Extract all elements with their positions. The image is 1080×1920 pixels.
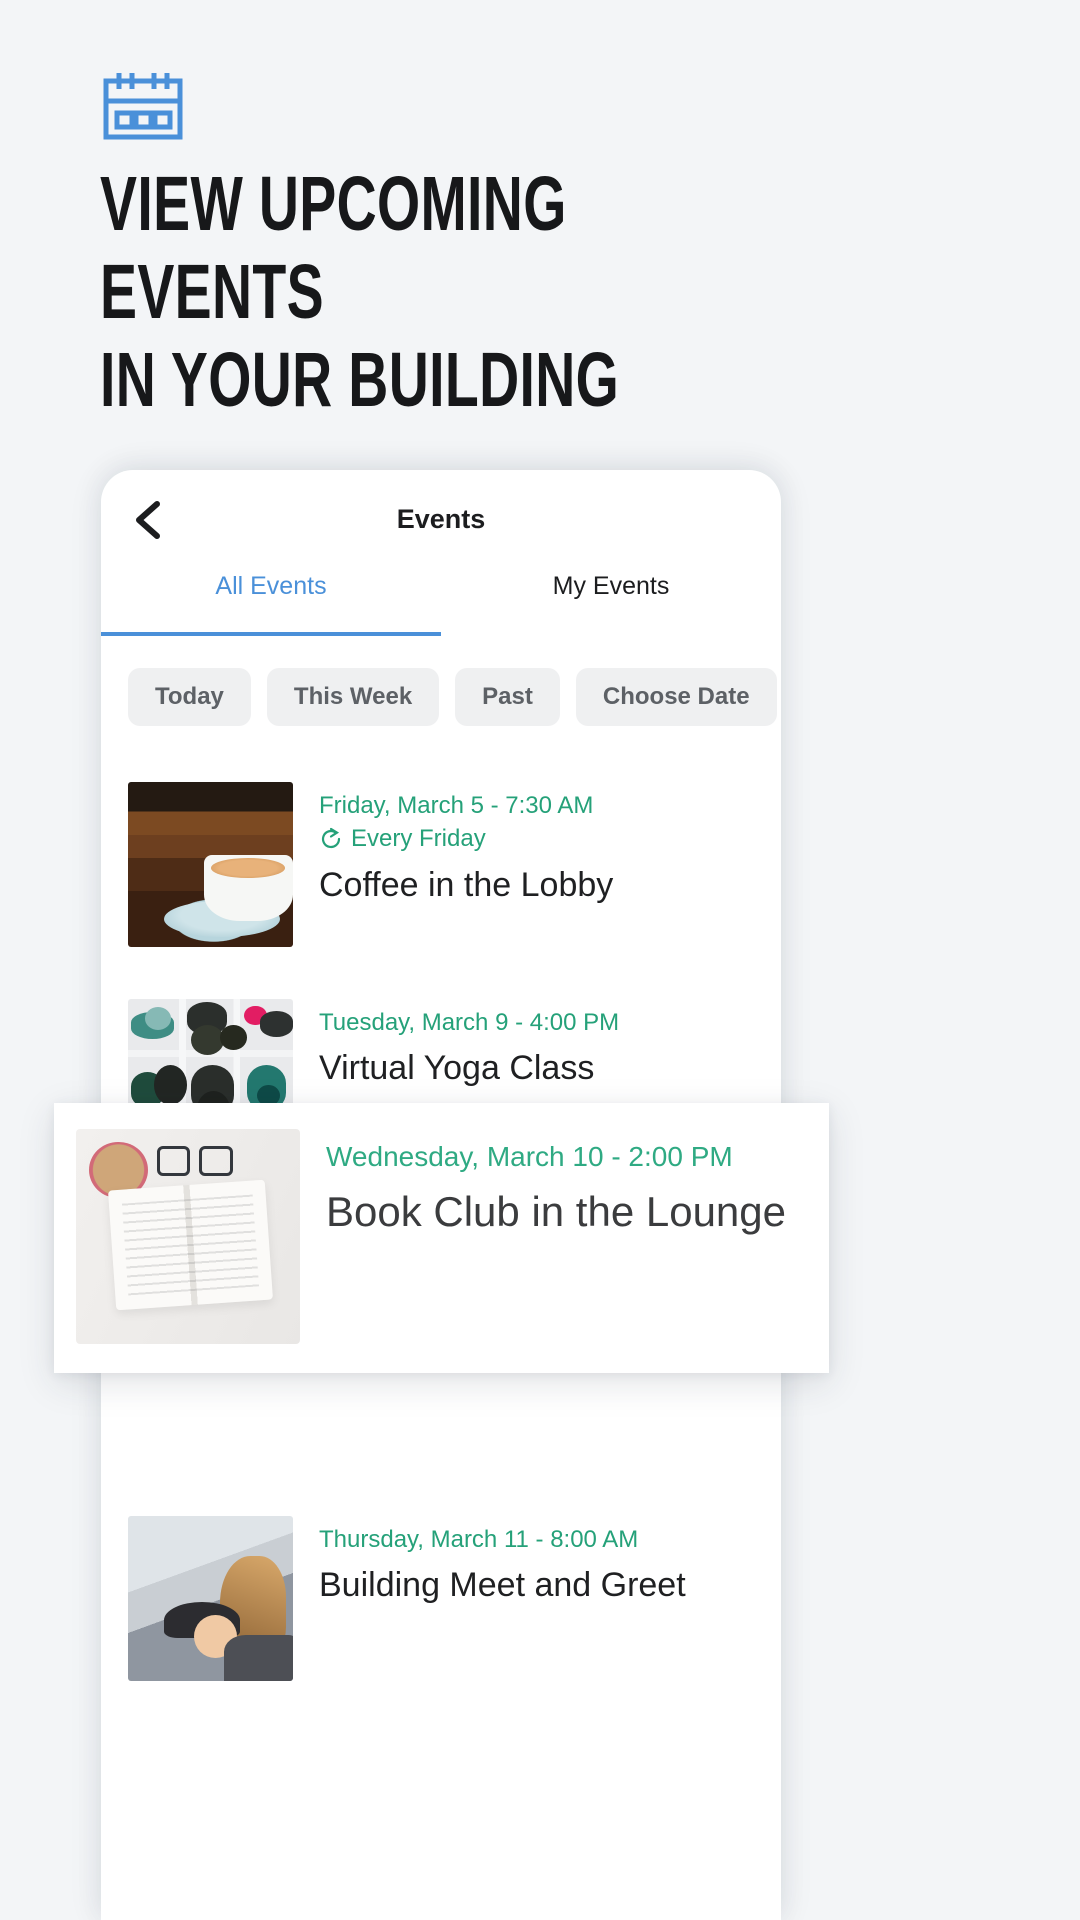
filter-chip-row: Today This Week Past Choose Date — [101, 636, 781, 726]
event-thumbnail-book — [76, 1129, 300, 1344]
event-title: Coffee in the Lobby — [319, 866, 614, 904]
filter-chip-choose-date[interactable]: Choose Date — [575, 668, 777, 726]
page-title: VIEW UPCOMING EVENTS IN YOUR BUILDING — [100, 161, 620, 423]
refresh-icon — [319, 827, 343, 851]
tab-all-events[interactable]: All Events — [101, 566, 441, 636]
event-recurrence: Every Friday — [319, 822, 613, 856]
event-thumbnail-coffee — [128, 782, 293, 947]
tab-bar: All Events My Events — [101, 566, 781, 636]
highlighted-event-card[interactable]: Wednesday, March 10 - 2:00 PM Book Club … — [54, 1103, 829, 1373]
event-datetime: Tuesday, March 9 - 4:00 PM — [319, 1009, 620, 1036]
event-title: Book Club in the Lounge — [326, 1188, 787, 1235]
event-info: Wednesday, March 10 - 2:00 PM Book Club … — [300, 1129, 786, 1373]
app-bar-title: Events — [396, 504, 486, 534]
tab-my-events[interactable]: My Events — [441, 566, 781, 636]
tab-active-indicator — [101, 632, 441, 636]
event-datetime: Wednesday, March 10 - 2:00 PM — [326, 1141, 733, 1172]
event-datetime: Friday, March 5 - 7:30 AM — [319, 792, 594, 819]
event-title: Virtual Yoga Class — [319, 1049, 595, 1087]
event-info: Thursday, March 11 - 8:00 AM Building Me… — [293, 1516, 686, 1608]
list-item[interactable]: Thursday, March 11 - 8:00 AM Building Me… — [101, 1490, 781, 1707]
event-recurrence-label: Every Friday — [351, 825, 486, 852]
app-bar: Events — [101, 470, 781, 566]
calendar-icon — [102, 70, 184, 140]
event-info: Friday, March 5 - 7:30 AM Every Friday C… — [293, 782, 613, 908]
event-info: Tuesday, March 9 - 4:00 PM Virtual Yoga … — [293, 999, 619, 1091]
event-thumbnail-people — [128, 1516, 293, 1681]
list-item[interactable]: Friday, March 5 - 7:30 AM Every Friday C… — [101, 756, 781, 973]
filter-chip-past[interactable]: Past — [455, 668, 560, 726]
event-datetime: Thursday, March 11 - 8:00 AM — [319, 1526, 639, 1553]
event-title: Building Meet and Greet — [319, 1566, 686, 1604]
filter-chip-today[interactable]: Today — [128, 668, 251, 726]
filter-chip-this-week[interactable]: This Week — [266, 668, 440, 726]
glasses-icon — [156, 1146, 233, 1177]
